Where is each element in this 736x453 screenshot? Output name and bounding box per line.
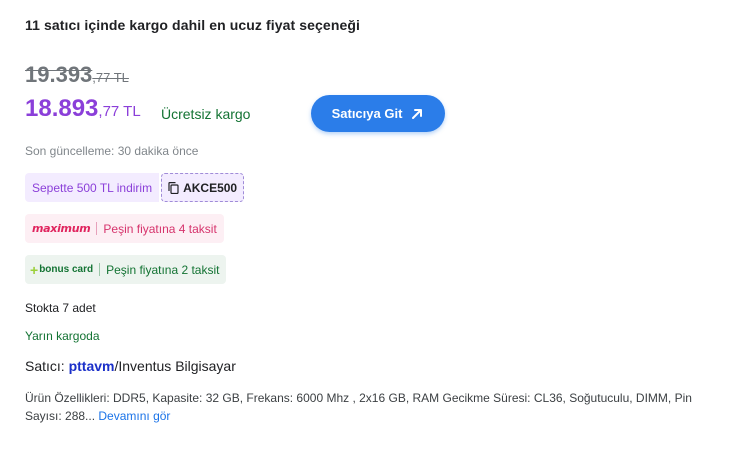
- copy-icon: [168, 181, 179, 194]
- coupon-badge: Sepette 500 TL indirim AKCE500: [25, 173, 245, 202]
- old-price-decimal: ,77 TL: [92, 70, 129, 85]
- show-more-link[interactable]: Devamını gör: [98, 409, 170, 423]
- pttavm-logo[interactable]: pttavm: [69, 358, 115, 374]
- free-shipping-label: Ücretsiz kargo: [161, 106, 251, 122]
- divider: [96, 222, 98, 235]
- offers-header: 11 satıcı içinde kargo dahil en ucuz fiy…: [25, 17, 361, 33]
- old-price-integer: 19.393: [25, 62, 93, 87]
- go-to-seller-button[interactable]: Satıcıya Git: [311, 95, 445, 132]
- coupon-text: Sepette 500 TL indirim: [25, 173, 160, 202]
- maximum-installment-badge: maximum Peşin fiyatına 4 taksit: [25, 214, 224, 243]
- bonus-card-logo: + bonus card: [30, 263, 93, 277]
- delivery-info: Yarın kargoda: [25, 329, 100, 343]
- current-price-integer: 18.893: [25, 95, 99, 122]
- coupon-code-button[interactable]: AKCE500: [161, 173, 245, 202]
- bonus-plus-icon: +: [30, 261, 39, 278]
- seller-prefix: Satıcı:: [25, 358, 65, 374]
- current-price: 18.893,77 TL: [25, 95, 141, 123]
- seller-info: Satıcı: pttavm/Inventus Bilgisayar: [25, 358, 236, 374]
- coupon-code: AKCE500: [183, 180, 238, 195]
- last-updated: Son güncelleme: 30 dakika önce: [25, 144, 199, 158]
- bonus-card-logo-text: bonus card: [39, 264, 94, 275]
- arrow-up-right-icon: [412, 108, 423, 119]
- old-price: 19.393,77 TL: [25, 62, 129, 88]
- bonus-installment-text: Peşin fiyatına 2 taksit: [106, 262, 220, 277]
- maximum-installment-text: Peşin fiyatına 4 taksit: [103, 221, 217, 236]
- current-price-decimal: ,77 TL: [98, 103, 141, 120]
- go-to-seller-label: Satıcıya Git: [331, 106, 403, 121]
- stock-info: Stokta 7 adet: [25, 301, 96, 315]
- maximum-logo: maximum: [32, 222, 91, 235]
- bonus-installment-badge: + bonus card Peşin fiyatına 2 taksit: [25, 255, 227, 284]
- divider: [99, 263, 101, 276]
- product-features: Ürün Özellikleri: DDR5, Kapasite: 32 GB,…: [25, 389, 715, 425]
- seller-name[interactable]: /Inventus Bilgisayar: [114, 358, 235, 374]
